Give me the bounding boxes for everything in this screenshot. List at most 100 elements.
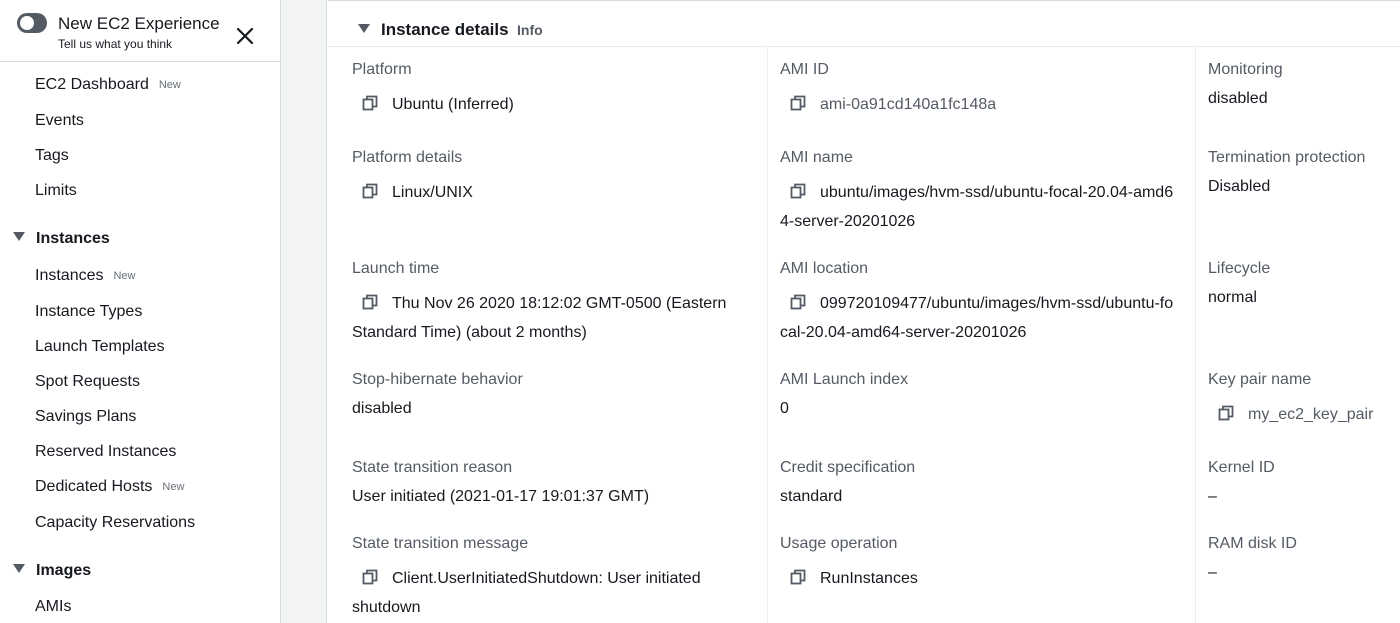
ramdisk-id-label: RAM disk ID — [1208, 535, 1297, 552]
sidebar-item-launch-templates[interactable]: Launch Templates — [35, 338, 165, 356]
sidebar-item-instances[interactable]: Instances New — [35, 267, 136, 285]
copy-icon[interactable] — [362, 180, 378, 199]
ami-name-text: ubuntu/images/hvm-ssd/ubuntu-focal-20.04… — [780, 184, 1174, 230]
usage-operation-label: Usage operation — [780, 535, 898, 552]
ami-launch-index-value: 0 — [780, 400, 789, 417]
key-pair-link[interactable]: my_ec2_key_pair — [1248, 406, 1373, 423]
usage-operation-value: RunInstances — [780, 564, 1180, 593]
ami-name-value: ubuntu/images/hvm-ssd/ubuntu-focal-20.04… — [780, 178, 1175, 236]
panel-top-border — [328, 0, 1400, 1]
column-divider — [767, 47, 768, 623]
sidebar-item-capacity-reservations[interactable]: Capacity Reservations — [35, 514, 195, 532]
stop-hibernate-value: disabled — [352, 400, 412, 417]
kernel-id-value: – — [1208, 488, 1217, 505]
platform-details-value: Linux/UNIX — [352, 178, 752, 207]
experience-title: New EC2 Experience — [58, 14, 220, 33]
layout-gutter — [281, 0, 327, 623]
sidebar-item-label: Instances — [35, 267, 104, 284]
copy-icon[interactable] — [362, 291, 378, 310]
sidebar-item-label: Limits — [35, 182, 77, 199]
sidebar-item-label: Reserved Instances — [35, 443, 177, 460]
sidebar-item-label: EC2 Dashboard — [35, 76, 149, 93]
info-link[interactable]: Info — [517, 22, 543, 38]
sidebar-item-label: Capacity Reservations — [35, 514, 196, 531]
key-pair-label: Key pair name — [1208, 371, 1312, 388]
usage-operation-text: RunInstances — [820, 570, 918, 587]
monitoring-value: disabled — [1208, 90, 1268, 107]
sidebar-item-events[interactable]: Events — [35, 112, 84, 130]
state-message-text: Client.UserInitiatedShutdown: User initi… — [352, 570, 701, 616]
toggle-knob — [20, 16, 34, 30]
column-divider — [1195, 47, 1196, 623]
launch-time-text: Thu Nov 26 2020 18:12:02 GMT-0500 (Easte… — [352, 295, 727, 341]
section-label: Instances — [36, 230, 110, 247]
termination-protection-label: Termination protection — [1208, 149, 1366, 166]
sidebar-item-label: Spot Requests — [35, 373, 140, 390]
copy-icon[interactable] — [790, 180, 806, 199]
caret-down-icon — [358, 24, 370, 33]
ami-location-label: AMI location — [780, 260, 869, 277]
state-reason-value: User initiated (2021-01-17 19:01:37 GMT) — [352, 488, 650, 505]
new-experience-toggle[interactable] — [17, 13, 47, 33]
ami-location-value: 099720109477/ubuntu/images/hvm-ssd/ubunt… — [780, 289, 1175, 347]
caret-down-icon — [13, 232, 25, 241]
experience-feedback-link[interactable]: Tell us what you think — [58, 37, 172, 51]
ami-id-value: ami-0a91cd140a1fc148a — [780, 90, 1180, 119]
sidebar-item-ec2-dashboard[interactable]: EC2 Dashboard New — [35, 76, 181, 94]
sidebar-divider — [0, 61, 280, 62]
state-message-value: Client.UserInitiatedShutdown: User initi… — [352, 564, 737, 622]
copy-icon[interactable] — [362, 92, 378, 111]
sidebar-item-label: Launch Templates — [35, 338, 165, 355]
sidebar-section-images[interactable]: Images — [13, 562, 91, 580]
sidebar: New EC2 Experience Tell us what you thin… — [0, 0, 281, 623]
monitoring-label: Monitoring — [1208, 61, 1283, 78]
sidebar-item-label: Events — [35, 112, 84, 129]
platform-details-text: Linux/UNIX — [392, 184, 473, 201]
copy-icon[interactable] — [790, 92, 806, 111]
ami-id-link[interactable]: ami-0a91cd140a1fc148a — [820, 96, 996, 113]
credit-spec-value: standard — [780, 488, 843, 505]
sidebar-item-label: Dedicated Hosts — [35, 478, 153, 495]
sidebar-item-label: Tags — [35, 147, 69, 164]
ami-id-label: AMI ID — [780, 61, 829, 78]
sidebar-item-dedicated-hosts[interactable]: Dedicated Hosts New — [35, 478, 184, 496]
copy-icon[interactable] — [790, 566, 806, 585]
lifecycle-label: Lifecycle — [1208, 260, 1271, 277]
stop-hibernate-label: Stop-hibernate behavior — [352, 371, 523, 388]
copy-icon[interactable] — [1218, 402, 1234, 421]
sidebar-item-amis[interactable]: AMIs — [35, 598, 71, 616]
sidebar-item-spot-requests[interactable]: Spot Requests — [35, 373, 140, 391]
credit-spec-label: Credit specification — [780, 459, 916, 476]
copy-icon[interactable] — [790, 291, 806, 310]
copy-icon[interactable] — [362, 566, 378, 585]
new-badge: New — [113, 270, 136, 282]
kernel-id-label: Kernel ID — [1208, 459, 1275, 476]
sidebar-item-tags[interactable]: Tags — [35, 147, 69, 165]
instance-details-toggle[interactable]: Instance details — [358, 20, 509, 40]
platform-details-label: Platform details — [352, 149, 463, 166]
key-pair-value: my_ec2_key_pair — [1208, 400, 1398, 429]
close-icon[interactable] — [233, 24, 257, 48]
sidebar-section-instances[interactable]: Instances — [13, 230, 110, 248]
section-label: Images — [36, 562, 92, 579]
launch-time-label: Launch time — [352, 260, 440, 277]
ami-launch-index-label: AMI Launch index — [780, 371, 909, 388]
sidebar-item-limits[interactable]: Limits — [35, 182, 77, 200]
sidebar-item-reserved-instances[interactable]: Reserved Instances — [35, 443, 176, 461]
ami-location-text: 099720109477/ubuntu/images/hvm-ssd/ubunt… — [780, 295, 1174, 341]
launch-time-value: Thu Nov 26 2020 18:12:02 GMT-0500 (Easte… — [352, 289, 752, 347]
sidebar-item-savings-plans[interactable]: Savings Plans — [35, 408, 136, 426]
ami-name-label: AMI name — [780, 149, 853, 166]
ramdisk-id-value: – — [1208, 564, 1217, 581]
sidebar-item-instance-types[interactable]: Instance Types — [35, 303, 142, 321]
platform-label: Platform — [352, 61, 412, 78]
caret-down-icon — [13, 564, 25, 573]
header-divider — [328, 46, 1400, 47]
sidebar-item-label: Instance Types — [35, 303, 143, 320]
state-message-label: State transition message — [352, 535, 529, 552]
platform-value: Ubuntu (Inferred) — [352, 90, 752, 119]
state-reason-label: State transition reason — [352, 459, 513, 476]
sidebar-item-label: AMIs — [35, 598, 72, 615]
panel-title: Instance details — [381, 20, 509, 39]
lifecycle-value: normal — [1208, 289, 1257, 306]
